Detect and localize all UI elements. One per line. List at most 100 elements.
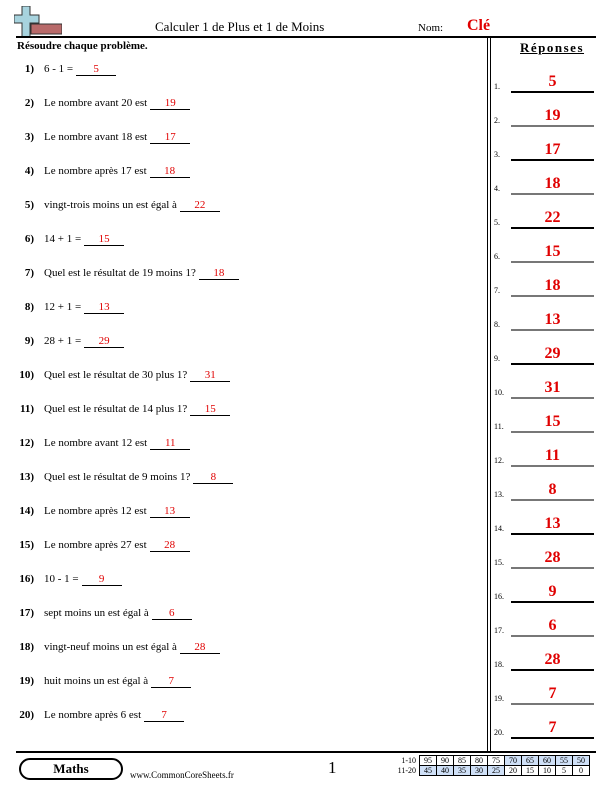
problem-question: Quel est le résultat de 30 plus 1? bbox=[44, 369, 188, 381]
problem-text: Le nombre avant 20 est 19 bbox=[44, 97, 191, 110]
answer-blank[interactable]: 9 bbox=[81, 573, 122, 586]
problem-question: Le nombre avant 12 est bbox=[44, 437, 148, 449]
answer-key-item: 15. 28 bbox=[494, 545, 594, 569]
answer-key-item: 1. 5 bbox=[494, 69, 594, 93]
answer-key-item: 10. 31 bbox=[494, 375, 594, 399]
problem-number: 1) bbox=[24, 63, 34, 75]
answer-blank[interactable]: 15 bbox=[190, 403, 231, 416]
answer-number: 15. bbox=[494, 558, 504, 567]
score-table: 1-10 95 90 85 80 75 70 65 60 55 50 11-20 45 40 35 30 25 2… bbox=[394, 755, 590, 776]
answer-number: 19. bbox=[494, 694, 504, 703]
answer-line bbox=[511, 499, 594, 501]
problem-number: 3) bbox=[24, 131, 34, 143]
problem-item: 16) 10 - 1 = 9 bbox=[0, 573, 470, 591]
answer-number: 9. bbox=[494, 354, 500, 363]
answer-key-item: 16. 9 bbox=[494, 579, 594, 603]
problem-number: 16) bbox=[19, 573, 34, 585]
score-range-label: 11-20 bbox=[397, 766, 416, 775]
page-number: 1 bbox=[328, 758, 337, 777]
answer-line bbox=[511, 737, 594, 739]
answer-blank[interactable]: 7 bbox=[151, 675, 192, 688]
problem-text: vingt-trois moins un est égal à 22 bbox=[44, 199, 220, 212]
answer-line bbox=[511, 125, 594, 127]
answer-blank[interactable]: 31 bbox=[190, 369, 231, 382]
problem-question: vingt-trois moins un est égal à bbox=[44, 199, 177, 211]
answer-line bbox=[511, 159, 594, 161]
problem-number: 6) bbox=[24, 233, 34, 245]
answer-blank[interactable]: 13 bbox=[149, 505, 190, 518]
answer-blank[interactable]: 6 bbox=[151, 607, 192, 620]
answer-blank[interactable]: 8 bbox=[193, 471, 234, 484]
answer-value: 29 bbox=[544, 345, 561, 362]
problem-text: huit moins un est égal à7 bbox=[44, 675, 192, 688]
problem-number: 15) bbox=[19, 539, 34, 551]
answer-blank[interactable]: 5 bbox=[76, 63, 117, 76]
answer-blank[interactable]: 29 bbox=[84, 335, 125, 348]
answer-line bbox=[511, 193, 594, 195]
problem-question: 10 - 1 = bbox=[44, 573, 79, 585]
answer-line bbox=[511, 669, 594, 671]
answer-blank[interactable]: 11 bbox=[150, 437, 191, 450]
problem-text: Quel est le résultat de 19 moins 1? 18 bbox=[44, 267, 239, 280]
answer-number: 20. bbox=[494, 728, 504, 737]
answer-blank[interactable]: 13 bbox=[84, 301, 125, 314]
problem-item: 7) Quel est le résultat de 19 moins 1? 18 bbox=[0, 267, 470, 285]
answer-key-item: 11. 15 bbox=[494, 409, 594, 433]
answer-blank[interactable]: 7 bbox=[144, 709, 185, 722]
problem-question: 12 + 1 = bbox=[44, 301, 82, 313]
problem-question: Quel est le résultat de 14 plus 1? bbox=[44, 403, 188, 415]
problem-number: 14) bbox=[19, 505, 34, 517]
answer-number: 7. bbox=[494, 286, 500, 295]
answer-line bbox=[511, 601, 594, 603]
answer-blank[interactable]: 18 bbox=[149, 165, 190, 178]
answer-blank[interactable]: 15 bbox=[84, 233, 125, 246]
answer-value: 13 bbox=[544, 311, 561, 328]
answer-blank[interactable]: 18 bbox=[198, 267, 239, 280]
answer-number: 14. bbox=[494, 524, 504, 533]
answer-blank[interactable]: 19 bbox=[150, 97, 191, 110]
problem-item: 12) Le nombre avant 12 est 11 bbox=[0, 437, 470, 455]
problem-number: 17) bbox=[19, 607, 34, 619]
answer-line bbox=[511, 295, 594, 297]
problem-item: 3) Le nombre avant 18 est 17 bbox=[0, 131, 470, 149]
problem-question: Le nombre après 6 est bbox=[44, 709, 142, 721]
problem-number: 19) bbox=[19, 675, 34, 687]
score-cell: 60 bbox=[538, 755, 556, 766]
problem-number: 7) bbox=[24, 267, 34, 279]
answer-blank[interactable]: 28 bbox=[149, 539, 190, 552]
answer-line bbox=[511, 397, 594, 399]
answer-line bbox=[511, 431, 594, 433]
answer-blank[interactable]: 28 bbox=[179, 641, 220, 654]
answer-blank[interactable]: 22 bbox=[179, 199, 220, 212]
problem-item: 11) Quel est le résultat de 14 plus 1? 15 bbox=[0, 403, 470, 421]
problem-question: Quel est le résultat de 19 moins 1? bbox=[44, 267, 196, 279]
score-cell: 30 bbox=[470, 765, 488, 776]
problem-text: Quel est le résultat de 14 plus 1? 15 bbox=[44, 403, 231, 416]
problem-text: Le nombre après 6 est 7 bbox=[44, 709, 185, 722]
problem-number: 20) bbox=[19, 709, 34, 721]
column-divider bbox=[487, 38, 491, 751]
answer-number: 5. bbox=[494, 218, 500, 227]
score-cell: 70 bbox=[504, 755, 522, 766]
instructions: Résoudre chaque problème. bbox=[17, 40, 148, 52]
answer-line bbox=[511, 533, 594, 535]
answer-blank[interactable]: 17 bbox=[150, 131, 191, 144]
plus-minus-icon bbox=[14, 6, 62, 38]
score-cell: 25 bbox=[487, 765, 505, 776]
subject-badge: Maths bbox=[19, 758, 123, 780]
answer-number: 4. bbox=[494, 184, 500, 193]
problem-item: 5) vingt-trois moins un est égal à 22 bbox=[0, 199, 470, 217]
score-cell: 10 bbox=[538, 765, 556, 776]
problem-item: 15) Le nombre après 27 est 28 bbox=[0, 539, 470, 557]
answer-key-item: 2. 19 bbox=[494, 103, 594, 127]
problem-number: 2) bbox=[24, 97, 34, 109]
answer-value: 31 bbox=[544, 379, 561, 396]
score-cell: 50 bbox=[572, 755, 590, 766]
problem-number: 18) bbox=[19, 641, 34, 653]
answer-key-item: 8. 13 bbox=[494, 307, 594, 331]
answer-key-item: 6. 15 bbox=[494, 239, 594, 263]
problem-question: vingt-neuf moins un est égal à bbox=[44, 641, 177, 653]
problem-text: vingt-neuf moins un est égal à 28 bbox=[44, 641, 220, 654]
answer-number: 11. bbox=[494, 422, 504, 431]
answer-number: 3. bbox=[494, 150, 500, 159]
